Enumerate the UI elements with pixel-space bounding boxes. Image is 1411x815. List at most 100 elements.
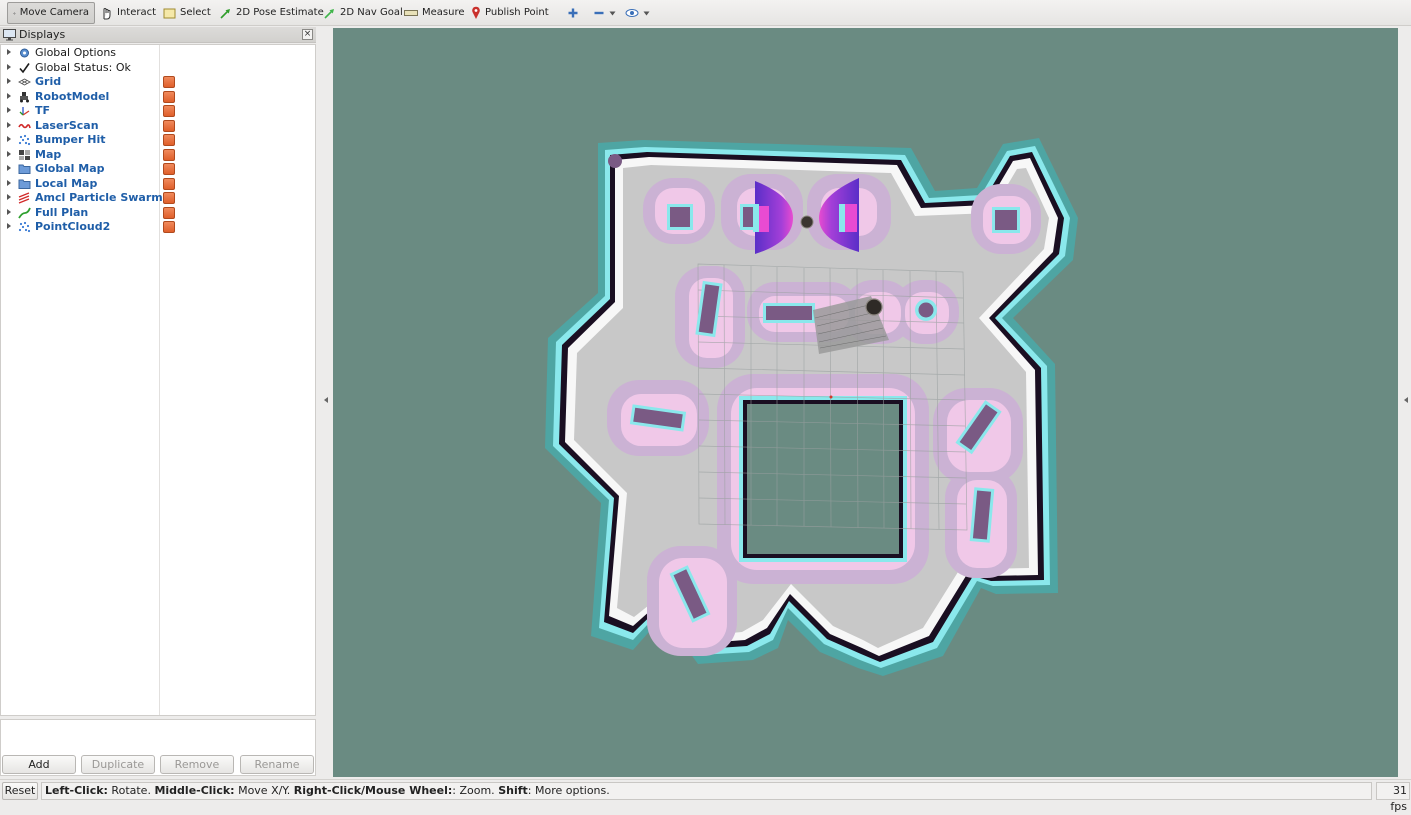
folder-icon: [18, 164, 31, 174]
enable-checkbox[interactable]: [163, 76, 175, 88]
expand-arrow-icon[interactable]: [7, 136, 11, 142]
hand-icon: [103, 7, 111, 19]
display-item-local-map[interactable]: Local Map: [1, 177, 315, 192]
display-item-robotmodel[interactable]: RobotModel: [1, 90, 315, 105]
display-item-global-map[interactable]: Global Map: [1, 162, 315, 177]
move-camera-icon: [13, 11, 16, 15]
hint-left-click: Left-Click:: [45, 784, 108, 797]
enable-checkbox[interactable]: [163, 119, 175, 132]
robot-marker: [800, 215, 814, 229]
map-pin-icon: [472, 6, 480, 20]
display-item-grid[interactable]: Grid: [1, 75, 315, 90]
select-tool[interactable]: Select: [158, 2, 216, 24]
duplicate-button[interactable]: Duplicate: [81, 755, 155, 774]
rename-button[interactable]: Rename: [240, 755, 314, 774]
2d-nav-goal-tool[interactable]: 2D Nav Goal: [318, 2, 408, 24]
3d-viewport[interactable]: [333, 28, 1398, 777]
enable-checkbox[interactable]: [163, 90, 175, 103]
robot-icon: [20, 91, 29, 102]
interact-tool[interactable]: Interact: [96, 2, 161, 24]
display-label: Global Options: [35, 46, 117, 59]
expand-arrow-icon[interactable]: [7, 78, 11, 84]
display-item-global-status[interactable]: Global Status: Ok: [1, 61, 315, 76]
measure-tool[interactable]: Measure: [399, 2, 470, 24]
remove-button[interactable]: Remove: [160, 755, 234, 774]
nav-goal-label: 2D Nav Goal: [340, 7, 403, 18]
display-item-bumper-hit[interactable]: Bumper Hit: [1, 133, 315, 148]
expand-arrow-icon[interactable]: [7, 223, 11, 229]
expand-arrow-icon[interactable]: [7, 208, 11, 215]
display-item-tf[interactable]: TF: [1, 104, 315, 119]
expand-arrow-icon[interactable]: [7, 165, 11, 171]
map-icon: [19, 149, 30, 160]
display-item-amcl-particle-swarm[interactable]: Amcl Particle Swarm: [1, 191, 315, 206]
status-bar: Reset Left-Click: Rotate. Middle-Click: …: [0, 779, 1411, 813]
chevron-down-icon: [609, 11, 616, 15]
display-item-full-plan[interactable]: Full Plan: [1, 206, 315, 221]
display-label: TF: [35, 104, 51, 117]
folder-icon: [18, 179, 31, 189]
enable-checkbox[interactable]: [163, 192, 175, 204]
expand-arrow-icon[interactable]: [7, 150, 11, 157]
enable-checkbox[interactable]: [163, 105, 175, 117]
enable-checkbox[interactable]: [163, 177, 175, 190]
expand-arrow-icon[interactable]: [7, 49, 11, 55]
display-item-global-options[interactable]: Global Options: [1, 46, 315, 61]
minus-icon: [594, 11, 604, 15]
measure-label: Measure: [422, 7, 465, 18]
enable-checkbox[interactable]: [163, 134, 175, 146]
pose-estimate-label: 2D Pose Estimate: [236, 7, 324, 18]
interact-label: Interact: [117, 7, 157, 18]
display-item-pointcloud2[interactable]: PointCloud2: [1, 220, 315, 235]
expand-arrow-icon[interactable]: [7, 179, 11, 186]
goal-marker: [829, 395, 833, 399]
displays-title: Displays: [19, 28, 66, 41]
display-label: Global Map: [35, 162, 105, 175]
display-item-laserscan[interactable]: LaserScan: [1, 119, 315, 134]
reset-button[interactable]: Reset: [2, 782, 38, 800]
hint-middle-click: Middle-Click:: [154, 784, 235, 797]
map-render[interactable]: [333, 28, 1398, 777]
enable-checkbox[interactable]: [163, 206, 175, 219]
central-obstacle: [739, 396, 907, 562]
publish-point-label: Publish Point: [485, 7, 549, 18]
add-tool-button[interactable]: [562, 2, 584, 24]
enable-checkbox[interactable]: [163, 148, 175, 161]
pointcloud-icon: [18, 134, 31, 146]
hint-zoom: : Zoom.: [452, 784, 499, 797]
axes-icon: [19, 107, 30, 116]
close-icon[interactable]: ×: [302, 29, 313, 40]
collapse-left-panel-arrow-icon[interactable]: [324, 397, 328, 403]
collapse-right-panel-arrow-icon[interactable]: [1404, 397, 1408, 403]
robot-marker: [865, 298, 883, 316]
display-label: Full Plan: [35, 205, 89, 219]
2d-pose-estimate-tool[interactable]: 2D Pose Estimate: [214, 2, 329, 24]
publish-point-tool[interactable]: Publish Point: [466, 2, 554, 24]
chevron-down-icon: [643, 11, 650, 15]
hint-move: Move X/Y.: [234, 784, 294, 797]
ruler-icon: [404, 10, 418, 16]
display-label: Global Status: Ok: [35, 60, 131, 74]
mouse-hint-text: Left-Click: Rotate. Middle-Click: Move X…: [41, 782, 1372, 800]
displays-tree: Global Options Global Status: Ok Grid Ro…: [0, 44, 316, 716]
enable-checkbox[interactable]: [163, 221, 175, 233]
pointcloud-icon: [18, 221, 31, 233]
monitor-icon: [3, 29, 16, 41]
checkmark-icon: [19, 62, 30, 73]
eye-icon: [625, 9, 639, 17]
display-label: Amcl Particle Swarm: [35, 191, 163, 204]
move-camera-tool[interactable]: Move Camera: [7, 2, 95, 24]
add-button[interactable]: Add: [2, 755, 76, 774]
expand-arrow-icon[interactable]: [7, 92, 11, 99]
display-item-map[interactable]: Map: [1, 148, 315, 163]
expand-arrow-icon[interactable]: [7, 107, 11, 113]
view-tool-button[interactable]: [620, 2, 655, 24]
displays-panel: Displays × Global Options Global Status:…: [0, 27, 317, 778]
expand-arrow-icon[interactable]: [7, 121, 11, 128]
hint-rotate: Rotate.: [107, 784, 155, 797]
hint-more: : More options.: [527, 784, 610, 797]
remove-tool-button[interactable]: [588, 2, 621, 24]
expand-arrow-icon[interactable]: [7, 63, 11, 70]
enable-checkbox[interactable]: [163, 163, 175, 175]
expand-arrow-icon[interactable]: [7, 194, 11, 200]
